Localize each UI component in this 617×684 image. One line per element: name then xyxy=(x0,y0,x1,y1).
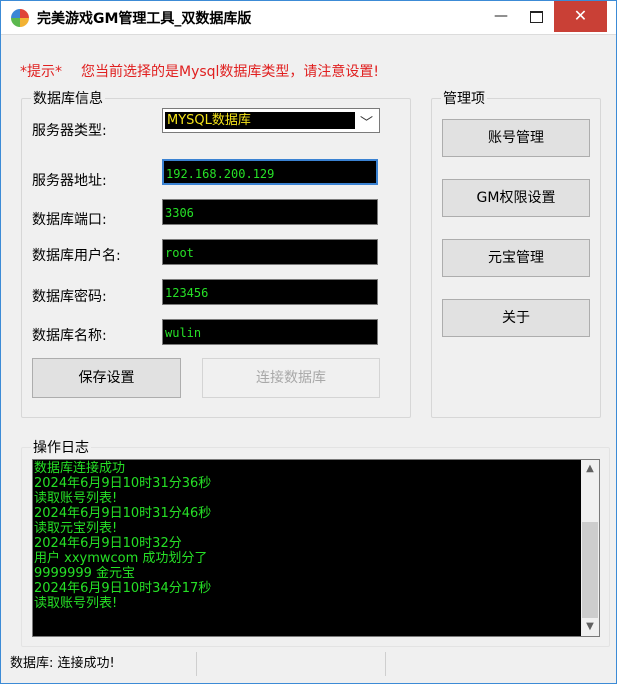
scroll-up-icon[interactable]: ▲ xyxy=(581,460,599,478)
gm-permission-button[interactable]: GM权限设置 xyxy=(442,179,590,217)
main-window: 完美游戏GM管理工具_双数据库版 — ✕ *提示* 您当前选择的是Mysql数据… xyxy=(0,0,617,684)
log-line: 用户 xxymwcom 成功划分了 xyxy=(34,551,208,566)
app-icon xyxy=(11,9,29,27)
server-type-label: 服务器类型: xyxy=(32,123,107,139)
log-line: 2024年6月9日10时34分17秒 xyxy=(34,581,212,596)
db-password-label: 数据库密码: xyxy=(32,289,107,305)
window-title: 完美游戏GM管理工具_双数据库版 xyxy=(37,11,252,27)
maximize-icon xyxy=(529,11,543,23)
manage-group-title: 管理项 xyxy=(443,91,485,107)
status-segment-3 xyxy=(387,652,605,676)
chevron-down-icon[interactable]: ﹀ xyxy=(360,112,373,131)
log-line: 9999999 金元宝 xyxy=(34,566,136,581)
db-name-label: 数据库名称: xyxy=(32,328,107,344)
log-line: 读取账号列表! xyxy=(34,596,118,611)
db-password-input[interactable]: 123456 xyxy=(162,279,378,305)
status-text: 数据库: 连接成功! xyxy=(10,652,197,676)
yuanbao-manage-button[interactable]: 元宝管理 xyxy=(442,239,590,277)
db-info-group-title: 数据库信息 xyxy=(33,91,103,107)
close-button[interactable]: ✕ xyxy=(554,1,607,32)
db-user-label: 数据库用户名: xyxy=(32,248,121,264)
hint-star: *提示* xyxy=(20,64,62,80)
scroll-down-icon[interactable]: ▼ xyxy=(581,618,599,636)
hint-text: 您当前选择的是Mysql数据库类型，请注意设置! xyxy=(81,64,380,80)
account-manage-button[interactable]: 账号管理 xyxy=(442,119,590,157)
log-line: 2024年6月9日10时31分36秒 xyxy=(34,476,212,491)
log-group-title: 操作日志 xyxy=(33,440,89,456)
db-user-input[interactable]: root xyxy=(162,239,378,265)
server-type-select[interactable]: MYSQL数据库 ﹀ xyxy=(162,108,380,133)
operation-log[interactable]: 数据库连接成功 2024年6月9日10时31分36秒 读取账号列表! 2024年… xyxy=(32,459,600,637)
minimize-button[interactable]: — xyxy=(479,1,523,32)
server-address-input[interactable]: 192.168.200.129 xyxy=(162,159,378,185)
status-segment-2 xyxy=(198,652,386,676)
log-line: 读取元宝列表! xyxy=(34,521,118,536)
log-scrollbar[interactable]: ▲ ▼ xyxy=(581,460,599,636)
db-port-input[interactable]: 3306 xyxy=(162,199,378,225)
db-name-input[interactable]: wulin xyxy=(162,319,378,345)
log-line: 2024年6月9日10时31分46秒 xyxy=(34,506,212,521)
scrollbar-thumb[interactable] xyxy=(582,522,598,618)
save-settings-button[interactable]: 保存设置 xyxy=(32,358,181,398)
log-lines: 数据库连接成功 2024年6月9日10时31分36秒 读取账号列表! 2024年… xyxy=(34,461,582,611)
title-bar[interactable]: 完美游戏GM管理工具_双数据库版 — ✕ xyxy=(1,1,616,35)
db-port-label: 数据库端口: xyxy=(32,212,107,228)
server-address-label: 服务器地址: xyxy=(32,173,107,189)
connect-db-button[interactable]: 连接数据库 xyxy=(202,358,380,398)
log-line: 读取账号列表! xyxy=(34,491,118,506)
log-line: 数据库连接成功 xyxy=(34,461,126,476)
server-type-value: MYSQL数据库 xyxy=(165,112,355,129)
status-bar: 数据库: 连接成功! xyxy=(10,652,607,676)
log-line: 2024年6月9日10时32分 xyxy=(34,536,182,551)
maximize-button[interactable] xyxy=(523,1,549,32)
about-button[interactable]: 关于 xyxy=(442,299,590,337)
